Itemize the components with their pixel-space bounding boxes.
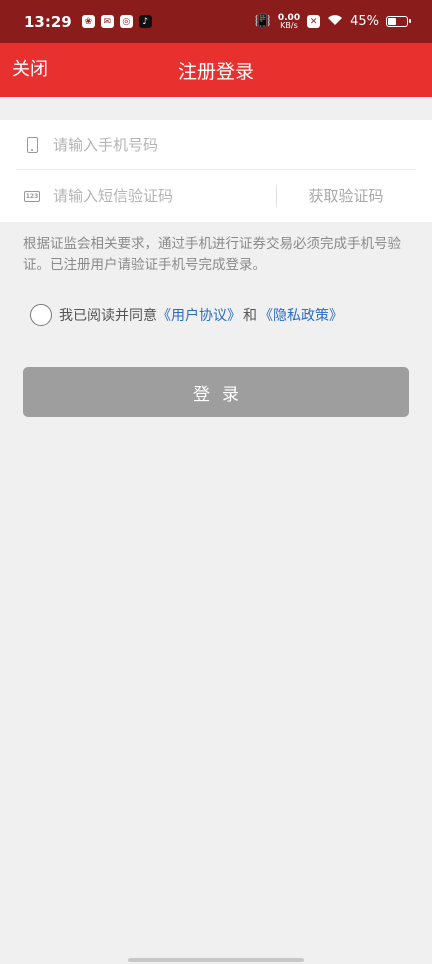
vibrate-icon: 📳 [254,14,271,29]
phone-input[interactable] [53,129,393,160]
agreement-prefix: 我已阅读并同意 [59,308,157,324]
mail-icon: ✉ [100,15,114,28]
user-agreement-link[interactable]: 《用户协议》 [157,305,241,325]
phone-icon [22,136,42,153]
tiktok-icon: ♪ [138,15,152,28]
privacy-policy-link[interactable]: 《隐私政策》 [259,305,343,325]
get-code-button[interactable]: 获取验证码 [276,171,416,221]
sms-code-input[interactable] [53,181,253,211]
login-form: 123 获取验证码 [0,120,432,222]
login-button[interactable]: 登录 [23,367,409,417]
agreement-row: 我已阅读并同意 《用户协议》 和 《隐私政策》 [30,303,343,327]
page-title: 注册登录 [177,60,254,83]
baidu-icon: ❀ [81,15,95,28]
phone-row [16,120,416,170]
status-time: 13:29 [24,12,72,31]
sms-row: 123 获取验证码 [16,171,416,221]
net-speed-unit: KB/s [280,20,298,30]
agree-checkbox[interactable] [30,304,52,326]
battery-text: 45% [350,14,379,29]
home-indicator [128,958,304,962]
nav-bar: 关闭 注册登录 [0,43,432,97]
battery-icon [386,16,411,27]
sms-code-icon: 123 [22,190,42,202]
close-button[interactable]: 关闭 [12,43,48,97]
net-speed: 0.00 KB/s [278,13,300,30]
agreement-conjunction: 和 [243,308,257,324]
sim-off-icon: ✕ [307,15,321,28]
status-left: 13:29 ❀ ✉ ◎ ♪ [24,13,152,31]
wifi-icon [327,14,343,30]
battery-fill [388,18,396,25]
weibo-icon: ◎ [119,15,133,28]
status-right: 📳 0.00 KB/s ✕ 45% [254,13,411,30]
verification-notice: 根据证监会相关要求，通过手机进行证券交易必须完成手机号验证。已注册用户请验证手机… [23,236,401,273]
status-bar: 13:29 ❀ ✉ ◎ ♪ 📳 0.00 KB/s ✕ 45% [0,0,432,43]
sms-code-icon-text: 123 [24,190,40,202]
